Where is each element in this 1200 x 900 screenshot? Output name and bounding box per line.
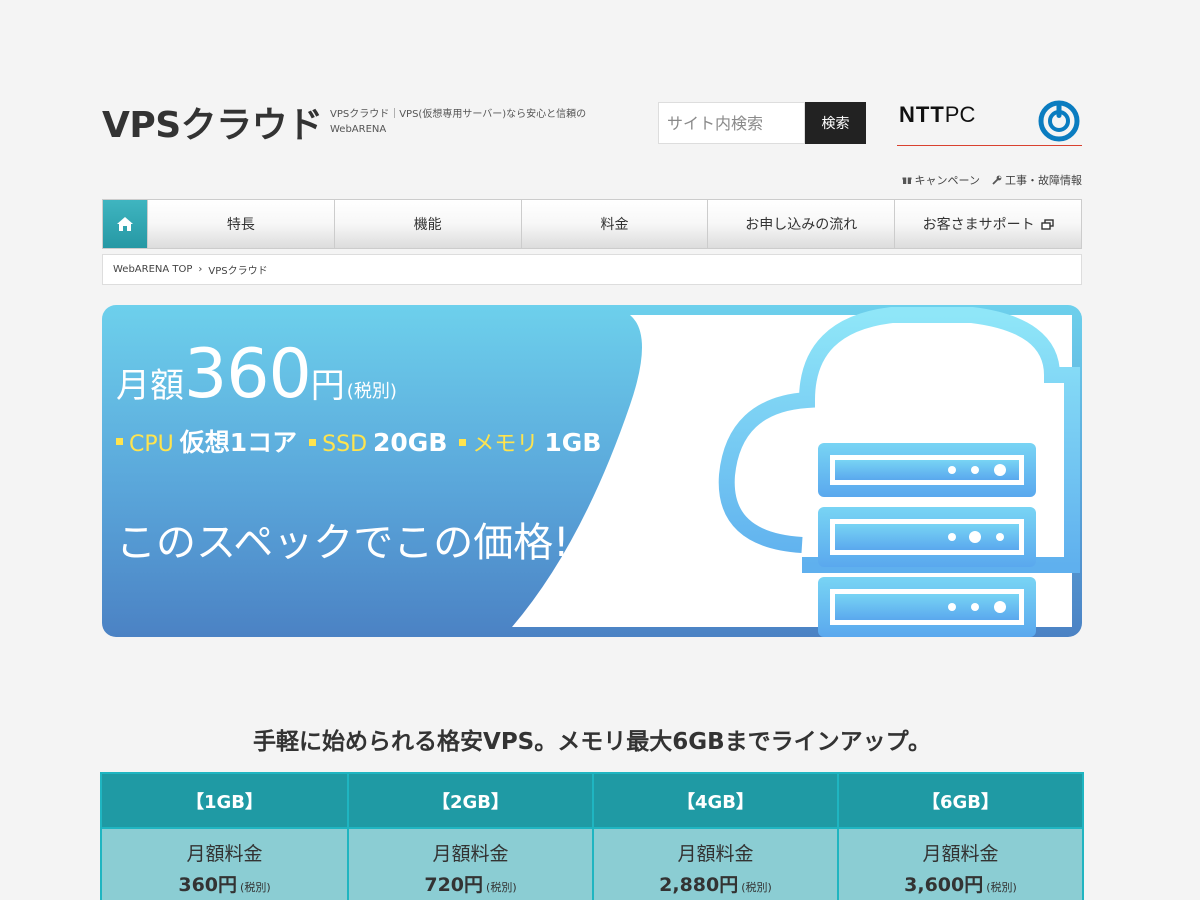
plan-price-tax: (税別) (741, 881, 772, 894)
nav-item-support[interactable]: お客さまサポート (894, 200, 1081, 248)
plan-name: 【4GB】 (594, 774, 837, 829)
server-icon (818, 443, 1036, 637)
bullet-square-icon (459, 438, 467, 446)
plan-column-6gb: 【6GB】 月額料金 3,600円 (税別) (837, 774, 1082, 900)
plan-fee-label: 月額料金 (432, 843, 509, 865)
plan-fee-label: 月額料金 (186, 843, 263, 865)
nav-item-label: お客さまサポート (922, 217, 1035, 233)
breadcrumb-current: VPSクラウド (208, 266, 268, 277)
util-link-maintenance[interactable]: 工事・故障情報 (992, 172, 1082, 188)
ntt-pc-wordmark: NTTPC (899, 102, 975, 128)
spec-key: SSD (322, 432, 368, 457)
plan-body: 月額料金 2,880円 (税別) (594, 829, 837, 900)
breadcrumb-link-top[interactable]: WebARENA TOP (113, 264, 192, 275)
nav-item-application-flow[interactable]: お申し込みの流れ (707, 200, 895, 248)
plan-price-value: 360円 (178, 874, 238, 896)
utility-links: キャンペーン 工事・故障情報 (902, 172, 1082, 188)
ntt-text: NTT (899, 102, 945, 127)
plan-name: 【2GB】 (349, 774, 592, 829)
plan-name: 【6GB】 (839, 774, 1082, 829)
search-input[interactable] (658, 102, 805, 144)
search-button[interactable]: 検索 (805, 102, 866, 144)
pc-text: PC (944, 102, 976, 127)
util-link-label: キャンペーン (914, 174, 980, 187)
plan-price-tax: (税別) (240, 881, 271, 894)
breadcrumb: WebARENA TOP › VPSクラウド (102, 254, 1082, 285)
plan-fee-label: 月額料金 (922, 843, 999, 865)
spec-value: 仮想1コア (179, 428, 298, 457)
plan-column-2gb: 【2GB】 月額料金 720円 (税別) (347, 774, 592, 900)
plan-price-value: 3,600円 (904, 874, 984, 896)
plan-price: 720円 (税別) (349, 870, 592, 897)
ntt-pc-logo[interactable]: NTTPC (897, 96, 1082, 146)
nav-item-pricing[interactable]: 料金 (520, 200, 708, 248)
plan-name: 【1GB】 (102, 774, 347, 829)
spec-key: CPU (129, 432, 174, 457)
wrench-icon (992, 175, 1002, 185)
spec-ssd: SSD 20GB (309, 428, 447, 457)
plan-price: 2,880円 (税別) (594, 870, 837, 897)
plan-body: 月額料金 360円 (税別) (102, 829, 347, 900)
hero-price-unit: 円 (310, 366, 345, 406)
site-description: VPSクラウド｜VPS(仮想専用サーバー)なら安心と信頼のWebARENA (330, 109, 587, 135)
bullet-square-icon (116, 437, 123, 445)
spec-key: メモリ (472, 432, 539, 457)
section-title: 手軽に始められる格安VPS。メモリ最大6GBまでラインアップ。 (253, 729, 931, 755)
nav-home-button[interactable] (103, 200, 147, 248)
nav-item-label: お申し込みの流れ (745, 217, 858, 233)
home-icon (117, 217, 133, 231)
util-link-campaign[interactable]: キャンペーン (902, 172, 980, 188)
hero-catchphrase: このスペックでこの価格! (116, 520, 570, 566)
plan-fee-label: 月額料金 (677, 843, 754, 865)
plan-price: 3,600円 (税別) (839, 870, 1082, 897)
plan-price-tax: (税別) (986, 881, 1017, 894)
plan-price-value: 2,880円 (659, 874, 739, 896)
nav-item-functions[interactable]: 機能 (333, 200, 521, 248)
plan-body: 月額料金 720円 (税別) (349, 829, 592, 900)
hero-banner[interactable]: 月額 360 円 (税別) CPU 仮想1コア SSD 20GB メモリ 1GB… (102, 305, 1082, 637)
spec-cpu: CPU 仮想1コア (116, 423, 297, 459)
hero-price-tax: (税別) (346, 381, 397, 402)
hero-specs: CPU 仮想1コア SSD 20GB メモリ 1GB (116, 423, 601, 459)
breadcrumb-separator: › (198, 264, 203, 275)
plan-table: 【1GB】 月額料金 360円 (税別) 【2GB】 月額料金 720円 (税別) … (100, 772, 1084, 900)
spec-value: 20GB (373, 428, 448, 457)
plan-price-tax: (税別) (486, 881, 517, 894)
spec-value: 1GB (544, 428, 602, 457)
nav-item-label: 特長 (226, 217, 255, 233)
nav-item-features[interactable]: 特長 (147, 200, 334, 248)
nav-item-label: 機能 (413, 217, 442, 233)
spec-memory: メモリ 1GB (459, 426, 601, 458)
hero-price: 月額 360 円 (税別) (116, 335, 397, 414)
plan-price: 360円 (税別) (102, 870, 347, 897)
nav-item-label: 料金 (600, 217, 629, 233)
global-nav: 特長 機能 料金 お申し込みの流れ お客さまサポート (102, 199, 1082, 249)
plan-price-value: 720円 (424, 874, 484, 896)
hero-price-label: 月額 (116, 366, 184, 406)
ntt-logo-mark-icon (1038, 100, 1080, 142)
plan-column-1gb: 【1GB】 月額料金 360円 (税別) (102, 774, 347, 900)
search-box: 検索 (658, 102, 866, 144)
external-window-icon (1040, 218, 1054, 230)
site-title[interactable]: VPSクラウド (102, 96, 323, 148)
util-link-label: 工事・故障情報 (1005, 174, 1082, 187)
gift-icon (902, 177, 912, 184)
plan-column-4gb: 【4GB】 月額料金 2,880円 (税別) (592, 774, 837, 900)
plan-body: 月額料金 3,600円 (税別) (839, 829, 1082, 900)
bullet-square-icon (309, 439, 317, 446)
hero-price-number: 360 (184, 335, 312, 414)
